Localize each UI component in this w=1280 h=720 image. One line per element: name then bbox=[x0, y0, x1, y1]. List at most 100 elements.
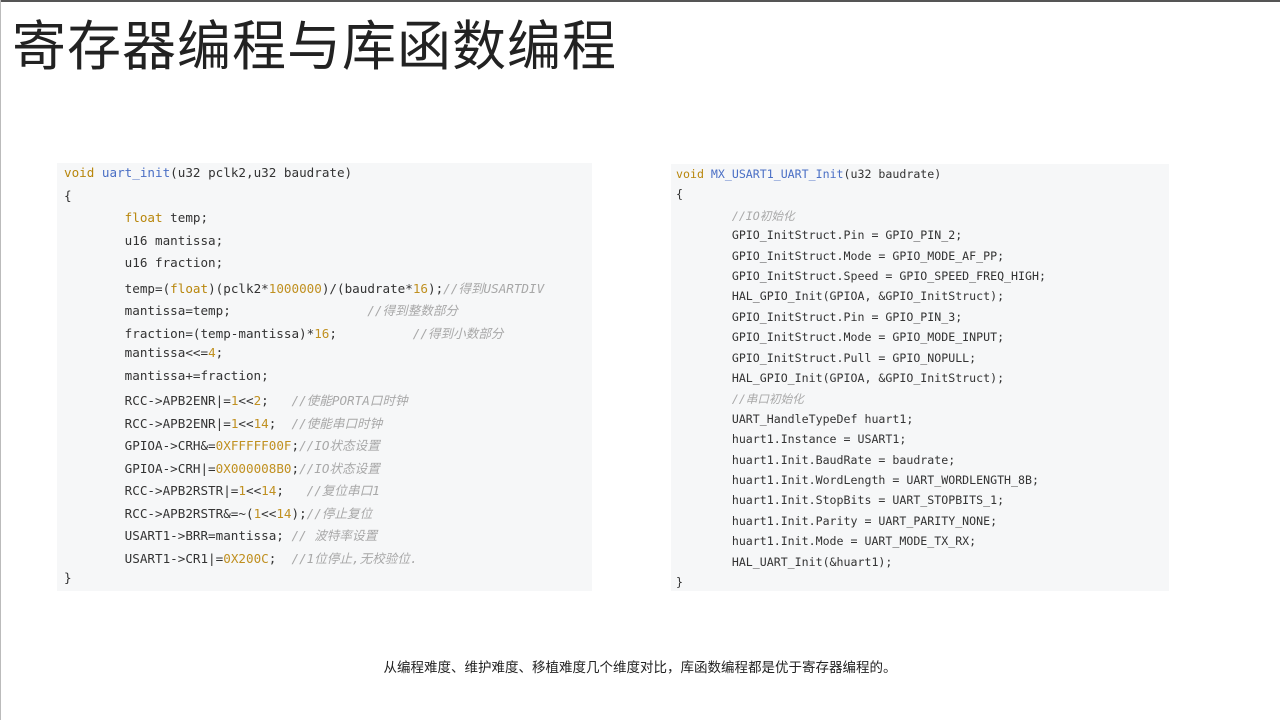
code-line: huart1.Init.Mode = UART_MODE_TX_RX; bbox=[676, 534, 976, 548]
code-token: u16 fraction; bbox=[64, 255, 224, 270]
code-token: GPIOA->CRH|= bbox=[64, 460, 216, 476]
code-token: void bbox=[64, 165, 102, 180]
code-token: RCC->APB2RSTR&=~( bbox=[64, 505, 254, 521]
code-token: ; bbox=[291, 438, 300, 453]
code-token: u16 mantissa; bbox=[64, 232, 224, 248]
code-comment: //得到USARTDIV bbox=[443, 280, 545, 296]
code-line: u16 fraction; bbox=[64, 255, 224, 270]
code-token: ; bbox=[215, 345, 224, 360]
code-line: HAL_GPIO_Init(GPIOA, &GPIO_InitStruct); bbox=[676, 289, 1004, 303]
code-token: 0XFFFFF00F bbox=[215, 438, 292, 453]
code-token: ; bbox=[261, 393, 292, 408]
code-comment: //复位串口1 bbox=[306, 483, 380, 498]
code-token: huart1.Init.Parity = UART_PARITY_NONE; bbox=[676, 513, 998, 528]
code-line: UART_HandleTypeDef huart1; bbox=[676, 411, 914, 426]
code-token: ; bbox=[268, 550, 292, 566]
code-token: GPIO_InitStruct.Pin = GPIO_PIN_2; bbox=[676, 228, 963, 243]
code-token: RCC->APB2ENR|= bbox=[64, 415, 231, 431]
code-token: 1000000 bbox=[268, 280, 322, 296]
code-token: float bbox=[170, 280, 209, 296]
code-token: UART_HandleTypeDef huart1; bbox=[676, 411, 914, 426]
code-token: 1 bbox=[238, 483, 246, 498]
code-token: 14 bbox=[276, 505, 292, 521]
code-line: GPIO_InitStruct.Pull = GPIO_NOPULL; bbox=[676, 351, 976, 365]
code-token: )/(baudrate* bbox=[321, 280, 413, 296]
code-line: huart1.Init.Parity = UART_PARITY_NONE; bbox=[676, 514, 997, 528]
code-comment: //IO初始化 bbox=[731, 208, 795, 223]
code-line: huart1.Instance = USART1; bbox=[676, 432, 907, 447]
code-token: { bbox=[676, 187, 683, 202]
code-token: GPIOA->CRH&= bbox=[64, 438, 216, 453]
code-line: RCC->APB2ENR|=1<<2; //使能PORTA口时钟 bbox=[64, 390, 408, 409]
code-line: GPIOA->CRH|=0X000008B0;//IO状态设置 bbox=[64, 458, 380, 477]
code-line: //IO初始化 bbox=[676, 208, 795, 224]
code-comment: //IO状态设置 bbox=[299, 460, 380, 476]
code-token: ); bbox=[291, 505, 307, 521]
code-token: GPIO_InitStruct.Pin = GPIO_PIN_3; bbox=[676, 309, 963, 324]
code-token: ; bbox=[276, 483, 307, 498]
code-token: 16 bbox=[314, 325, 330, 341]
code-line: //串口初始化 bbox=[676, 391, 804, 407]
code-token: huart1.Init.WordLength = UART_WORDLENGTH… bbox=[676, 473, 1039, 487]
code-line: GPIO_InitStruct.Mode = GPIO_MODE_INPUT; bbox=[676, 330, 1004, 344]
code-token: huart1.Init.StopBits = UART_STOPBITS_1; bbox=[676, 493, 1005, 508]
code-token: << bbox=[245, 483, 262, 498]
code-line: temp=(float)(pclk2*1000000)/(baudrate*16… bbox=[64, 278, 545, 297]
code-token: uart_init bbox=[101, 165, 171, 180]
window-top-border bbox=[0, 0, 1280, 2]
code-token: ); bbox=[428, 280, 444, 296]
code-token: huart1.Init.BaudRate = baudrate; bbox=[676, 452, 956, 467]
code-comment: //串口初始化 bbox=[731, 392, 804, 407]
code-comment: //IO状态设置 bbox=[299, 438, 380, 453]
code-line: } bbox=[64, 570, 72, 585]
code-line: GPIO_InitStruct.Speed = GPIO_SPEED_FREQ_… bbox=[676, 269, 1046, 283]
register-code-block: void uart_init(u32 pclk2,u32 baudrate){ … bbox=[57, 163, 592, 591]
code-token: HAL_UART_Init(&huart1); bbox=[676, 554, 893, 569]
window-left-border bbox=[0, 0, 1, 720]
code-token: { bbox=[64, 187, 72, 203]
code-line: GPIO_InitStruct.Pin = GPIO_PIN_3; bbox=[676, 310, 962, 324]
code-line: huart1.Init.StopBits = UART_STOPBITS_1; bbox=[676, 493, 1004, 507]
code-token: mantissa+=fraction; bbox=[64, 367, 269, 383]
code-token: 14 bbox=[261, 483, 277, 498]
code-token: temp=( bbox=[64, 280, 171, 296]
code-token: 14 bbox=[253, 415, 269, 431]
code-comment: //得到整数部分 bbox=[367, 303, 459, 318]
code-line: HAL_UART_Init(&huart1); bbox=[676, 554, 893, 569]
code-token: } bbox=[64, 570, 72, 585]
code-line: float temp; bbox=[64, 210, 208, 225]
code-token: ; bbox=[268, 415, 292, 431]
code-line: GPIO_InitStruct.Mode = GPIO_MODE_AF_PP; bbox=[676, 249, 1004, 263]
code-line: USART1->BRR=mantissa; // 波特率设置 bbox=[64, 525, 378, 544]
code-token: USART1->CR1|= bbox=[64, 550, 224, 566]
code-line: mantissa=temp; //得到整数部分 bbox=[64, 300, 458, 319]
slide-title: 寄存器编程与库函数编程 bbox=[12, 15, 617, 78]
code-token: void bbox=[676, 167, 711, 181]
code-token: << bbox=[238, 415, 254, 431]
code-line: RCC->APB2ENR|=1<<14; //使能串口时钟 bbox=[64, 413, 383, 432]
code-token: USART1->BRR=mantissa; bbox=[64, 528, 292, 543]
code-line: RCC->APB2RSTR|=1<<14; //复位串口1 bbox=[64, 480, 380, 499]
code-token: RCC->APB2RSTR|= bbox=[64, 483, 239, 498]
code-line: huart1.Init.WordLength = UART_WORDLENGTH… bbox=[676, 473, 1039, 487]
code-token: GPIO_InitStruct.Mode = GPIO_MODE_INPUT; bbox=[676, 330, 1005, 345]
code-token: HAL_GPIO_Init(GPIOA, &GPIO_InitStruct); bbox=[676, 371, 1005, 385]
code-token: 16 bbox=[412, 280, 428, 296]
code-token: 0X000008B0 bbox=[215, 460, 292, 476]
code-token: huart1.Instance = USART1; bbox=[676, 432, 907, 447]
code-line: void uart_init(u32 pclk2,u32 baudrate) bbox=[64, 165, 352, 180]
code-line: HAL_GPIO_Init(GPIOA, &GPIO_InitStruct); bbox=[676, 371, 1004, 385]
code-token: GPIO_InitStruct.Speed = GPIO_SPEED_FREQ_… bbox=[676, 269, 1046, 283]
code-token: 0X200C bbox=[223, 550, 269, 566]
code-token: (u32 pclk2,u32 baudrate) bbox=[170, 165, 353, 180]
code-line: huart1.Init.BaudRate = baudrate; bbox=[676, 453, 955, 467]
code-token: MX_USART1_UART_Init bbox=[710, 167, 844, 181]
code-comment: //使能PORTA口时钟 bbox=[291, 393, 408, 408]
hal-library-code-block: void MX_USART1_UART_Init(u32 baudrate){ … bbox=[671, 164, 1169, 591]
code-token: GPIO_InitStruct.Mode = GPIO_MODE_AF_PP; bbox=[676, 248, 1005, 263]
code-token: << bbox=[238, 393, 254, 408]
code-token: temp; bbox=[162, 210, 209, 225]
code-line: u16 mantissa; bbox=[64, 232, 224, 248]
